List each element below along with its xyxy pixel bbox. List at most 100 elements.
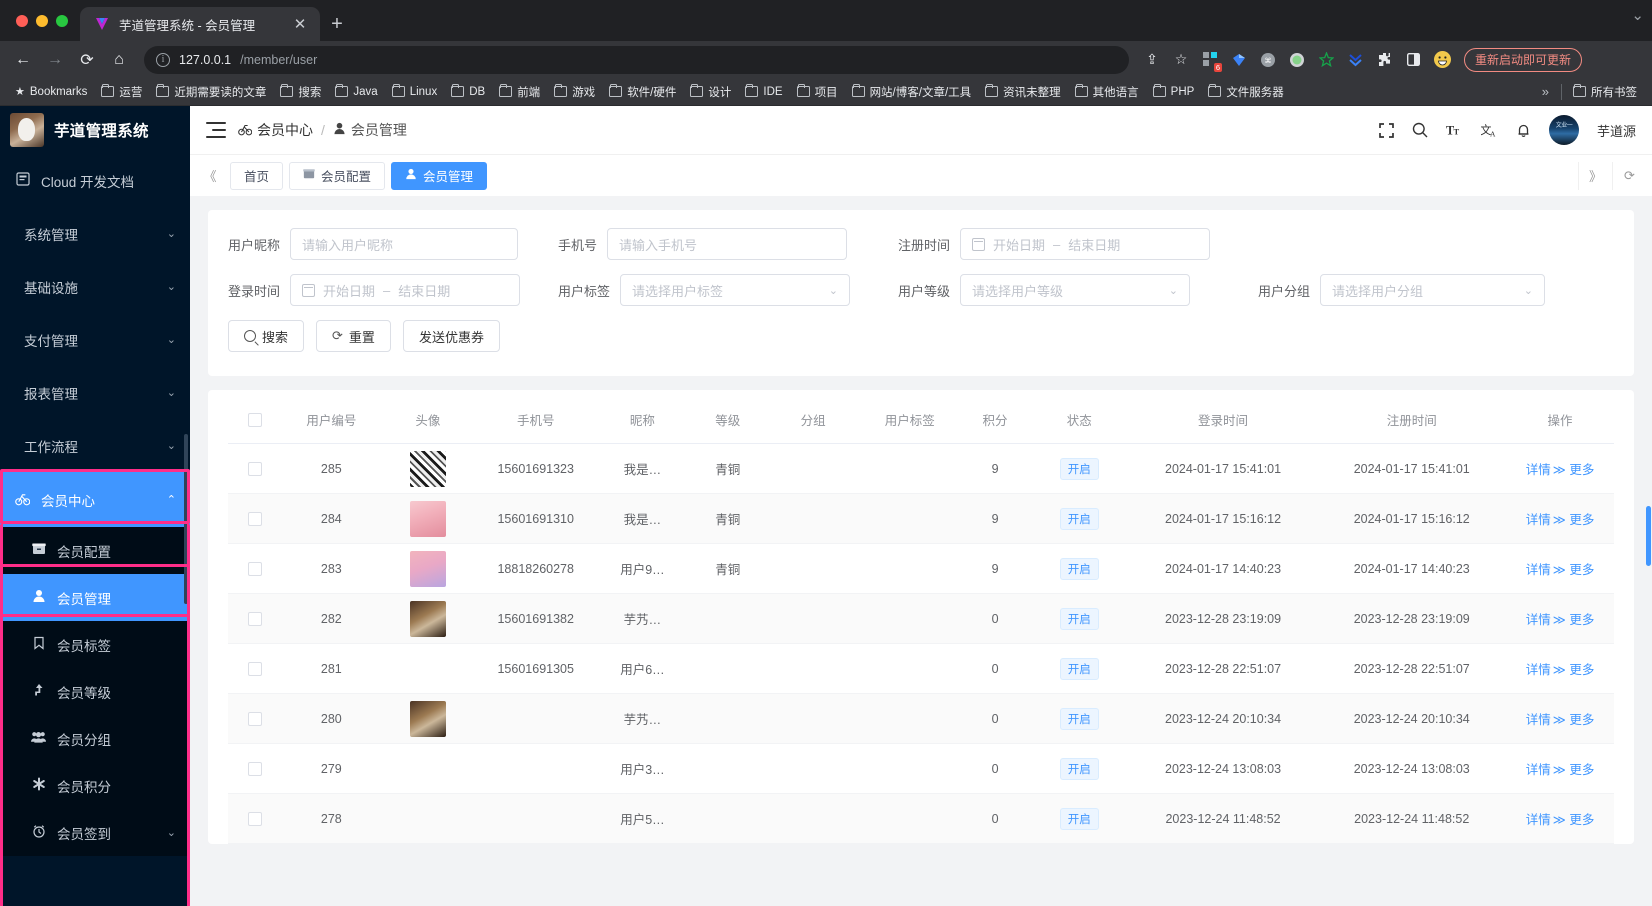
bookmark-folder[interactable]: Java [328, 81, 384, 103]
green-circle-extension-icon[interactable] [1284, 47, 1310, 73]
sidebar-item-member-points[interactable]: 会员积分 [0, 762, 190, 809]
row-checkbox-cell[interactable] [228, 793, 282, 844]
table-row[interactable]: 278 用户5… 0 开启 2023-12-24 11:48:52 2023-12-24 … [228, 793, 1614, 844]
sidebar-item-workflow[interactable]: 工作流程 ⌄ [0, 419, 190, 472]
chevron-down-icon[interactable]: ⌄ [1631, 6, 1644, 24]
refresh-page-button[interactable]: ⟳ [1612, 161, 1646, 190]
page-scrollbar[interactable] [1646, 106, 1652, 906]
bookmark-folder[interactable]: 文件服务器 [1201, 81, 1291, 103]
sidebar-item-member-config[interactable]: 会员配置 [0, 527, 190, 574]
cell-actions[interactable]: 详情 ≫ 更多 [1506, 793, 1614, 844]
row-checkbox-cell[interactable] [228, 643, 282, 694]
bookmark-folder[interactable]: 资讯未整理 [978, 81, 1068, 103]
bookmark-folder[interactable]: 设计 [683, 81, 738, 103]
row-checkbox-cell[interactable] [228, 693, 282, 744]
row-checkbox[interactable] [247, 661, 262, 676]
update-button[interactable]: 重新启动即可更新 [1464, 47, 1583, 72]
site-info-icon[interactable]: i [156, 52, 170, 67]
row-checkbox-cell[interactable] [228, 743, 282, 794]
address-bar[interactable]: i 127.0.0.1/member/user [144, 45, 1129, 74]
detail-link[interactable]: 详情 [1526, 709, 1551, 728]
bookmark-folder[interactable]: 项目 [790, 81, 845, 103]
row-checkbox-cell[interactable] [228, 593, 282, 644]
sidebar-item-member-group[interactable]: 会员分组 [0, 715, 190, 762]
avatar[interactable] [1548, 115, 1579, 145]
cell-actions[interactable]: 详情 ≫ 更多 [1506, 593, 1614, 644]
translate-icon[interactable]: 文A [1481, 123, 1498, 138]
cell-actions[interactable]: 详情 ≫ 更多 [1506, 443, 1614, 494]
fullscreen-icon[interactable] [1379, 122, 1394, 138]
row-checkbox[interactable] [247, 561, 262, 576]
reset-button[interactable]: ⟳ 重置 [316, 320, 391, 352]
register-time-daterange[interactable]: 开始日期 – 结束日期 [960, 228, 1211, 260]
row-checkbox[interactable] [247, 461, 262, 476]
reload-button[interactable]: ⟳ [72, 45, 102, 75]
sidebar-item-member-mgmt[interactable]: 会员管理 [0, 574, 190, 621]
minimize-window-button[interactable] [36, 14, 48, 27]
table-row[interactable]: 285 15601691323 我是… 青铜 9 开启 2024-01-17 15:41:0… [228, 443, 1614, 494]
cell-actions[interactable]: 详情 ≫ 更多 [1506, 543, 1614, 594]
star-extension-icon[interactable] [1313, 47, 1339, 73]
table-row[interactable]: 283 18818260278 用户9… 青铜 9 开启 2024-01-17 14:40:… [228, 543, 1614, 594]
more-link[interactable]: ≫ 更多 [1553, 709, 1595, 728]
detail-link[interactable]: 详情 [1526, 509, 1551, 528]
table-row[interactable]: 281 15601691305 用户6… 0 开启 2023-12-28 22:51:07… [228, 643, 1614, 694]
row-checkbox-cell[interactable] [228, 493, 282, 544]
more-link[interactable]: ≫ 更多 [1553, 559, 1595, 578]
select-all-checkbox[interactable] [247, 412, 262, 427]
phone-input[interactable]: 请输入手机号 [607, 228, 848, 260]
sidebar-item-member-level[interactable]: 会员等级 [0, 668, 190, 715]
grey-circle-extension-icon[interactable]: ⌘ [1255, 47, 1281, 73]
bookmark-folder[interactable]: 软件/硬件 [602, 81, 683, 103]
bookmarks-manager-link[interactable]: ★ Bookmarks [8, 81, 94, 103]
nickname-input[interactable]: 请输入用户昵称 [290, 228, 519, 260]
detail-link[interactable]: 详情 [1526, 659, 1551, 678]
cell-actions[interactable]: 详情 ≫ 更多 [1506, 743, 1614, 794]
more-link[interactable]: ≫ 更多 [1553, 609, 1595, 628]
font-size-icon[interactable]: TT [1446, 123, 1463, 138]
all-bookmarks-button[interactable]: 所有书签 [1566, 81, 1644, 103]
page-scrollbar-thumb[interactable] [1646, 506, 1651, 566]
row-checkbox-cell[interactable] [228, 543, 282, 594]
user-name[interactable]: 芋道源 [1597, 121, 1636, 140]
search-icon[interactable] [1412, 122, 1428, 138]
extension-grid-icon[interactable]: 6 [1197, 47, 1223, 73]
tab-home[interactable]: 首页 [230, 161, 284, 190]
detail-link[interactable]: 详情 [1526, 809, 1551, 828]
sidebar-item-infrastructure[interactable]: 基础设施 ⌄ [0, 260, 190, 313]
share-icon[interactable]: ⇪ [1139, 47, 1165, 73]
sidebar-item-member-checkin[interactable]: 会员签到 ⌄ [0, 809, 190, 856]
browser-tab[interactable]: 芋道管理系统 - 会员管理 ✕ [80, 7, 320, 41]
row-checkbox[interactable] [247, 511, 262, 526]
bookmark-star-icon[interactable]: ☆ [1168, 47, 1194, 73]
login-time-daterange[interactable]: 开始日期 – 结束日期 [290, 274, 521, 306]
sidebar-scrollbar[interactable] [184, 434, 188, 604]
cell-actions[interactable]: 详情 ≫ 更多 [1506, 693, 1614, 744]
sidebar-item-report-mgmt[interactable]: 报表管理 ⌄ [0, 366, 190, 419]
tab-member-config[interactable]: 会员配置 [289, 161, 386, 190]
more-link[interactable]: ≫ 更多 [1553, 809, 1595, 828]
forward-button[interactable]: → [40, 45, 70, 75]
sidebar-toggle-icon[interactable] [1400, 47, 1426, 73]
bell-icon[interactable] [1516, 123, 1531, 138]
bookmark-folder[interactable]: 运营 [94, 81, 149, 103]
more-link[interactable]: ≫ 更多 [1553, 659, 1595, 678]
breadcrumb-item-member-center[interactable]: 会员中心 [238, 120, 313, 140]
puzzle-extensions-icon[interactable] [1371, 47, 1397, 73]
user-level-select[interactable]: 请选择用户等级 ⌄ [960, 274, 1191, 306]
bookmark-folder[interactable]: 网站/博客/文章/工具 [845, 81, 979, 103]
new-tab-button[interactable]: + [320, 7, 354, 41]
user-tag-select[interactable]: 请选择用户标签 ⌄ [620, 274, 851, 306]
bookmark-folder[interactable]: 其他语言 [1068, 81, 1146, 103]
sidebar-item-system-mgmt[interactable]: 系统管理 ⌄ [0, 207, 190, 260]
bookmark-folder[interactable]: 前端 [492, 81, 547, 103]
table-row[interactable]: 279 用户3… 0 开启 2023-12-24 13:08:03 2023-12-24 … [228, 743, 1614, 794]
tabs-scroll-left-button[interactable]: 《 [196, 155, 224, 196]
cell-actions[interactable]: 详情 ≫ 更多 [1506, 643, 1614, 694]
bookmark-folder[interactable]: IDE [738, 81, 789, 103]
detail-link[interactable]: 详情 [1526, 559, 1551, 578]
close-window-button[interactable] [16, 14, 28, 27]
cell-actions[interactable]: 详情 ≫ 更多 [1506, 493, 1614, 544]
tabs-scroll-right-button[interactable]: 》 [1578, 161, 1612, 190]
bookmark-folder[interactable]: 搜索 [273, 81, 328, 103]
